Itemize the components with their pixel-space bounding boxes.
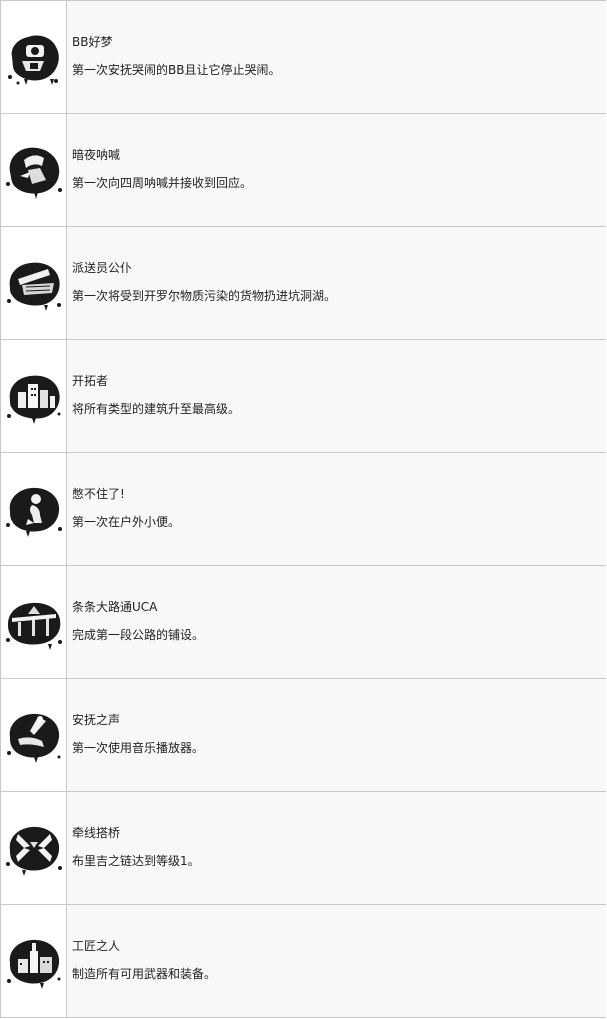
achievement-text-cell: 安抚之声 第一次使用音乐播放器。 (67, 679, 606, 791)
achievement-text-cell: 工匠之人 制造所有可用武器和装备。 (67, 905, 606, 1017)
achievement-row: 条条大路通UCA 完成第一段公路的铺设。 (1, 566, 606, 679)
achievement-description: 将所有类型的建筑升至最高级。 (72, 402, 241, 416)
achievement-title: 条条大路通UCA (72, 600, 158, 614)
achievement-description: 第一次将受到开罗尔物质污染的货物扔进坑洞湖。 (72, 289, 337, 303)
achievement-description: 第一次安抚哭闹的BB且让它停止哭闹。 (72, 63, 281, 77)
achievement-icon-cell (1, 792, 67, 904)
achievement-row: BB好梦 第一次安抚哭闹的BB且让它停止哭闹。 (1, 1, 606, 114)
achievement-description: 第一次在户外小便。 (72, 515, 181, 529)
achievement-row: 开拓者 将所有类型的建筑升至最高级。 (1, 340, 606, 453)
achievement-description: 第一次使用音乐播放器。 (72, 741, 205, 755)
achievement-icon-cell (1, 227, 67, 339)
craftsman-ruins-icon (6, 939, 60, 989)
achievement-text-cell: 开拓者 将所有类型的建筑升至最高级。 (67, 340, 606, 452)
achievement-title: 憋不住了! (72, 487, 125, 501)
achievement-icon-cell (1, 340, 67, 452)
achievement-text-cell: 憋不住了! 第一次在户外小便。 (67, 453, 606, 565)
achievement-title: 工匠之人 (72, 939, 121, 953)
achievement-title: 派送员公仆 (72, 261, 133, 275)
achievement-title: 安抚之声 (72, 713, 121, 727)
baby-pod-icon (7, 35, 59, 85)
achievement-title: 牵线搭桥 (72, 826, 121, 840)
achievement-text-cell: 牵线搭桥 布里吉之链达到等级1。 (67, 792, 606, 904)
achievement-row: 工匠之人 制造所有可用武器和装备。 (1, 905, 606, 1018)
achievement-text-cell: BB好梦 第一次安抚哭闹的BB且让它停止哭闹。 (67, 1, 606, 113)
achievement-icon-cell (1, 679, 67, 791)
achievement-row: 安抚之声 第一次使用音乐播放器。 (1, 679, 606, 792)
achievement-icon-cell (1, 905, 67, 1017)
achievement-description: 完成第一段公路的铺设。 (72, 628, 205, 642)
achievement-text-cell: 派送员公仆 第一次将受到开罗尔物质污染的货物扔进坑洞湖。 (67, 227, 606, 339)
achievement-row: 暗夜呐喊 第一次向四周呐喊并接收到回应。 (1, 114, 606, 227)
bridges-logo-icon (5, 826, 62, 876)
achievement-icon-cell (1, 114, 67, 226)
achievement-icon-cell (1, 566, 67, 678)
achievement-description: 制造所有可用武器和装备。 (72, 967, 217, 981)
achievement-row: 憋不住了! 第一次在户外小便。 (1, 453, 606, 566)
achievement-title: BB好梦 (72, 35, 113, 49)
achievement-title: 开拓者 (72, 374, 109, 388)
kneeling-figure-icon (5, 487, 62, 537)
achievement-row: 牵线搭桥 布里吉之链达到等级1。 (1, 792, 606, 905)
achievement-icon-cell (1, 453, 67, 565)
achievement-title: 暗夜呐喊 (72, 148, 121, 162)
achievement-table: BB好梦 第一次安抚哭闹的BB且让它停止哭闹。 暗夜呐喊 第一次向四周呐喊并接收… (0, 0, 606, 1018)
highway-bridge-icon (5, 602, 62, 650)
achievement-text-cell: 暗夜呐喊 第一次向四周呐喊并接收到回应。 (67, 114, 606, 226)
music-player-icon (6, 713, 60, 763)
city-buildings-icon (6, 375, 60, 424)
achievement-row: 派送员公仆 第一次将受到开罗尔物质污染的货物扔进坑洞湖。 (1, 227, 606, 340)
achievement-icon-cell (1, 1, 67, 113)
porter-ship-icon (6, 262, 61, 311)
shouting-figure-icon (5, 147, 62, 199)
achievement-description: 第一次向四周呐喊并接收到回应。 (72, 176, 253, 190)
achievement-description: 布里吉之链达到等级1。 (72, 854, 200, 868)
achievement-text-cell: 条条大路通UCA 完成第一段公路的铺设。 (67, 566, 606, 678)
